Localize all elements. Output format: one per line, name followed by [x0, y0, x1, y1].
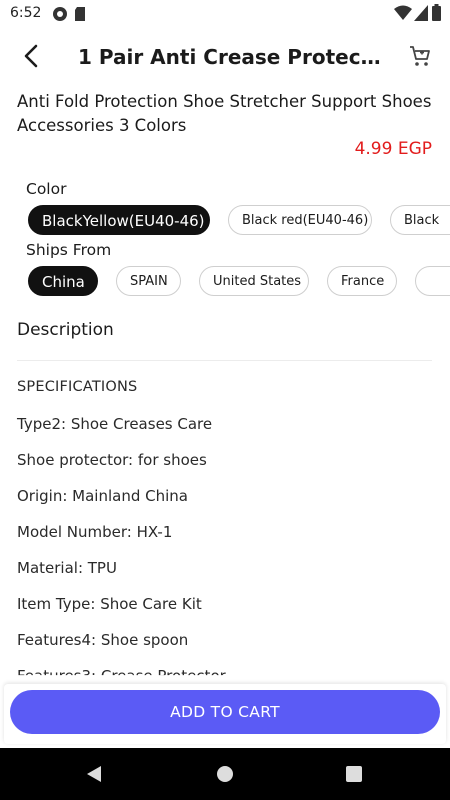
ships-from-china[interactable]: China: [28, 266, 98, 296]
ships-from-label: Ships From: [26, 241, 112, 259]
wifi-icon: [394, 5, 412, 20]
nav-recents-icon[interactable]: [346, 766, 362, 782]
specifications-heading: SPECIFICATIONS: [17, 379, 138, 395]
color-option-blackred[interactable]: Black red(EU40-46): [228, 205, 372, 235]
status-time: 6:52: [10, 5, 42, 21]
add-to-cart-button[interactable]: ADD TO CART: [10, 690, 440, 734]
color-label: Color: [26, 180, 67, 198]
ships-from-more[interactable]: [415, 266, 450, 296]
shopping-cart-icon[interactable]: [408, 44, 432, 68]
page-title: 1 Pair Anti Crease Protector F...: [78, 45, 388, 69]
back-arrow-icon[interactable]: [18, 42, 46, 70]
product-price: 4.99 EGP: [354, 139, 432, 159]
ships-from-france[interactable]: France: [327, 266, 397, 296]
divider: [17, 360, 432, 361]
spec-item: Item Type: Shoe Care Kit: [17, 595, 202, 613]
spec-item: Shoe protector: for shoes: [17, 451, 207, 469]
color-options: BlackYellow(EU40-46) Black red(EU40-46) …: [28, 205, 450, 239]
system-nav-bar: [0, 748, 450, 800]
ships-from-options: China SPAIN United States France: [28, 266, 450, 300]
signal-icon: [414, 5, 428, 21]
spec-item: Material: TPU: [17, 559, 117, 577]
product-title: Anti Fold Protection Shoe Stretcher Supp…: [17, 92, 432, 135]
spec-item: Features4: Shoe spoon: [17, 631, 189, 649]
description-heading: Description: [17, 320, 114, 340]
spec-item: Type2: Shoe Creases Care: [17, 415, 213, 433]
battery-icon: [432, 4, 441, 21]
spec-item: Origin: Mainland China: [17, 487, 188, 505]
data-saver-icon: [53, 7, 67, 21]
nav-home-icon[interactable]: [216, 765, 234, 783]
app-bar: 1 Pair Anti Crease Protector F...: [0, 28, 450, 84]
nav-back-icon[interactable]: [86, 765, 102, 783]
color-option-blackyellow[interactable]: BlackYellow(EU40-46): [28, 205, 210, 235]
ships-from-united-states[interactable]: United States: [199, 266, 309, 296]
spec-item: Model Number: HX-1: [17, 523, 173, 541]
sd-card-icon: [75, 7, 85, 21]
color-option-black[interactable]: Black: [390, 205, 450, 235]
ships-from-spain[interactable]: SPAIN: [116, 266, 181, 296]
status-bar: 6:52: [0, 0, 450, 28]
